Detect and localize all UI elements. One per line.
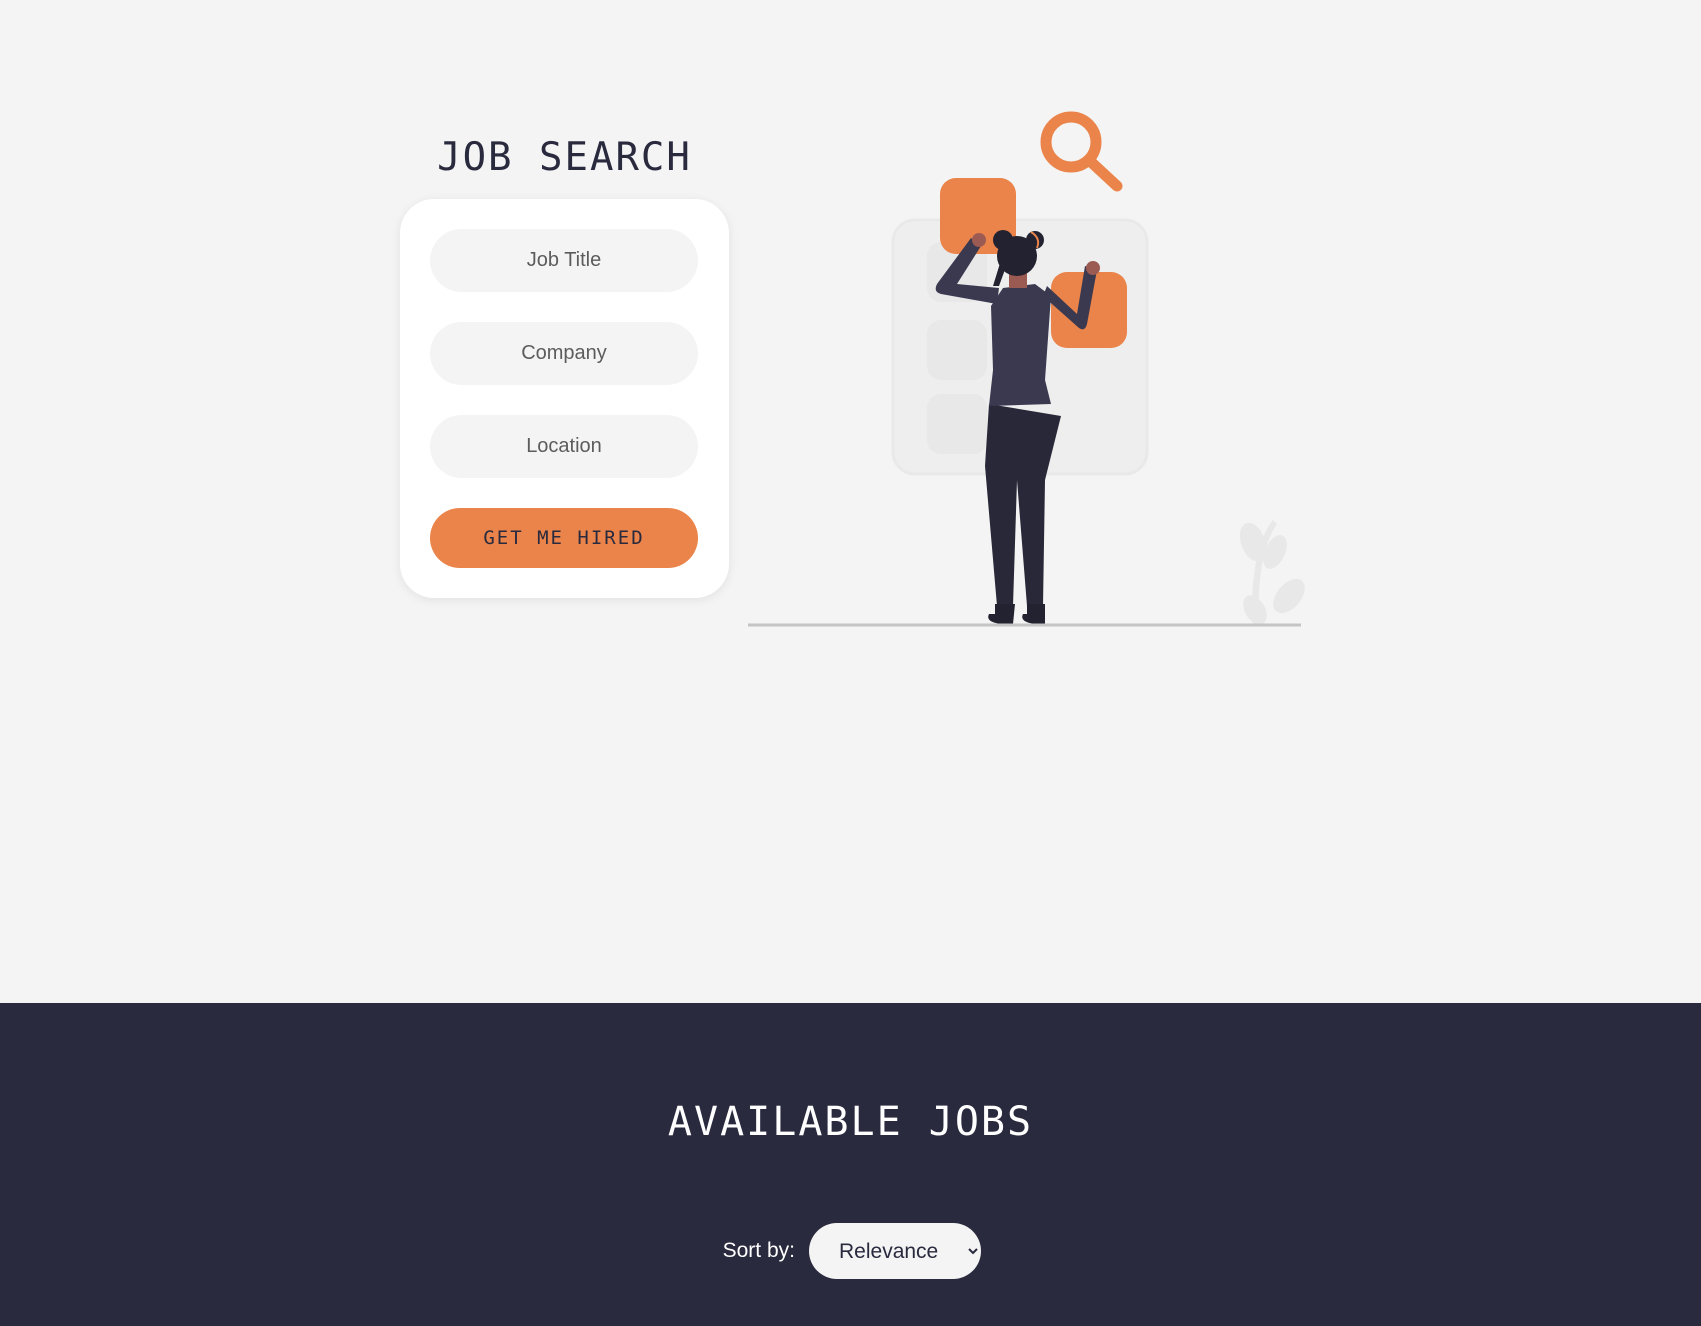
page-title: JOB SEARCH <box>437 135 692 180</box>
plant-icon <box>1239 520 1305 625</box>
panel-tile <box>927 320 987 380</box>
get-me-hired-button[interactable]: GET ME HIRED <box>430 508 698 568</box>
search-section: JOB SEARCH GET ME HIRED <box>0 0 1701 1003</box>
panel-tile <box>927 394 987 454</box>
sort-select[interactable]: Relevance <box>809 1223 981 1279</box>
available-jobs-title: AVAILABLE JOBS <box>667 1099 1034 1145</box>
job-search-illustration <box>748 111 1305 627</box>
job-title-input[interactable] <box>430 229 698 292</box>
magnifier-icon <box>1040 111 1123 192</box>
available-jobs-section: AVAILABLE JOBS Sort by: Relevance <box>0 1003 1701 1326</box>
sort-label: Sort by: <box>722 1239 795 1262</box>
search-form-card: GET ME HIRED <box>400 199 729 598</box>
company-input[interactable] <box>430 322 698 385</box>
location-input[interactable] <box>430 415 698 478</box>
